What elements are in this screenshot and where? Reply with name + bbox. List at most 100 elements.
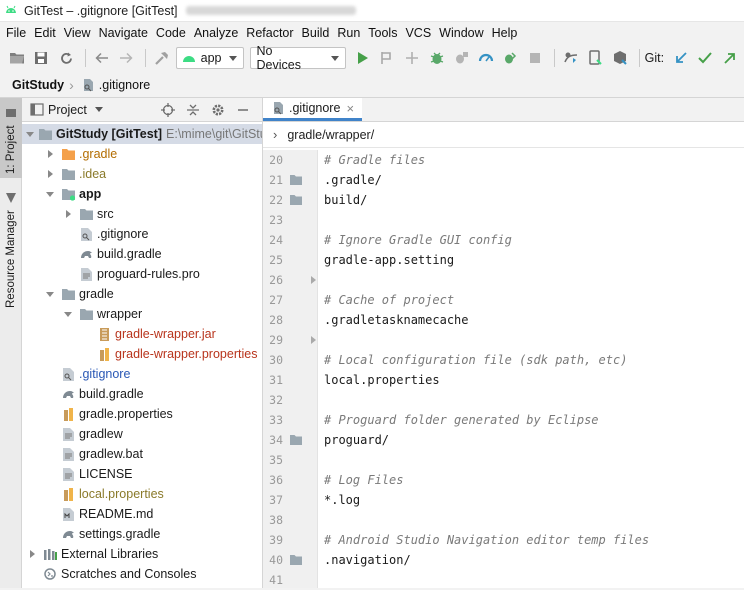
tree-item[interactable]: build.gradle xyxy=(22,244,262,264)
save-icon[interactable] xyxy=(31,47,53,69)
tree-item[interactable]: gradlew xyxy=(22,424,262,444)
locate-target-icon[interactable] xyxy=(158,100,178,120)
tree-item[interactable]: app xyxy=(22,184,262,204)
stop-icon[interactable] xyxy=(524,47,546,69)
menu-view[interactable]: View xyxy=(61,26,96,40)
git-push-icon[interactable] xyxy=(719,47,741,69)
menu-analyze[interactable]: Analyze xyxy=(191,26,243,40)
code-line[interactable]: 32 xyxy=(263,390,744,410)
gutter-folder-icon[interactable] xyxy=(289,174,303,186)
code-line[interactable]: 23 xyxy=(263,210,744,230)
tree-item[interactable]: Scratches and Consoles xyxy=(22,564,262,584)
menu-build[interactable]: Build xyxy=(299,26,335,40)
tree-item[interactable]: LICENSE xyxy=(22,464,262,484)
debug-icon[interactable] xyxy=(426,47,448,69)
code-line[interactable]: 28 .gradletasknamecache xyxy=(263,310,744,330)
code-line[interactable]: 36 # Log Files xyxy=(263,470,744,490)
hide-panel-icon[interactable] xyxy=(233,100,253,120)
project-panel-title[interactable]: Project xyxy=(48,103,87,117)
code-line[interactable]: 30 # Local configuration file (sdk path, … xyxy=(263,350,744,370)
fold-marker-icon[interactable] xyxy=(311,336,316,344)
code-line[interactable]: 41 xyxy=(263,570,744,590)
tree-item[interactable]: gradlew.bat xyxy=(22,444,262,464)
tree-item[interactable]: proguard-rules.pro xyxy=(22,264,262,284)
menu-navigate[interactable]: Navigate xyxy=(96,26,153,40)
menu-code[interactable]: Code xyxy=(153,26,191,40)
git-update-icon[interactable] xyxy=(670,47,692,69)
code-line[interactable]: 40 .navigation/ xyxy=(263,550,744,570)
expanded-arrow-icon[interactable] xyxy=(44,292,56,297)
tree-item[interactable]: .gitignore xyxy=(22,224,262,244)
code-line[interactable]: 34 proguard/ xyxy=(263,430,744,450)
breadcrumb-file[interactable]: .gitignore xyxy=(81,78,150,92)
menu-edit[interactable]: Edit xyxy=(31,26,61,40)
gutter-folder-icon[interactable] xyxy=(289,434,303,446)
editor-breadcrumb-path[interactable]: gradle/wrapper/ xyxy=(287,128,374,142)
menu-run[interactable]: Run xyxy=(334,26,365,40)
expanded-arrow-icon[interactable] xyxy=(62,312,74,317)
code-line[interactable]: 21 .gradle/ xyxy=(263,170,744,190)
tree-item[interactable]: .idea xyxy=(22,164,262,184)
tree-item[interactable]: External Libraries xyxy=(22,544,262,564)
collapsed-arrow-icon[interactable] xyxy=(62,210,74,218)
tree-item[interactable]: GitStudy [GitTest]E:\mime\git\GitStudy xyxy=(22,124,262,144)
code-line[interactable]: 22 build/ xyxy=(263,190,744,210)
tree-item[interactable]: README.md xyxy=(22,504,262,524)
tree-item[interactable]: build.gradle xyxy=(22,384,262,404)
menu-tools[interactable]: Tools xyxy=(365,26,402,40)
code-line[interactable]: 38 xyxy=(263,510,744,530)
code-line[interactable]: 39 # Android Studio Navigation editor tem… xyxy=(263,530,744,550)
apply-changes-icon[interactable] xyxy=(377,47,399,69)
attach-debugger-icon[interactable] xyxy=(450,47,472,69)
code-line[interactable]: 20 # Gradle files xyxy=(263,150,744,170)
git-commit-icon[interactable] xyxy=(695,47,717,69)
menu-help[interactable]: Help xyxy=(489,26,523,40)
tree-item[interactable]: .gitignore xyxy=(22,364,262,384)
tree-item[interactable]: gradle-wrapper.properties xyxy=(22,344,262,364)
coverage-icon[interactable] xyxy=(500,47,522,69)
sync-gradle-icon[interactable] xyxy=(560,47,582,69)
tree-item[interactable]: src xyxy=(22,204,262,224)
collapsed-arrow-icon[interactable] xyxy=(44,170,56,178)
gutter-folder-icon[interactable] xyxy=(289,554,303,566)
fold-marker-icon[interactable] xyxy=(311,276,316,284)
back-arrow-icon[interactable] xyxy=(91,47,113,69)
tree-item[interactable]: settings.gradle xyxy=(22,524,262,544)
expanded-arrow-icon[interactable] xyxy=(44,192,56,197)
menu-refactor[interactable]: Refactor xyxy=(243,26,298,40)
breadcrumb-project[interactable]: GitStudy xyxy=(12,78,64,92)
chevron-down-icon[interactable] xyxy=(94,107,103,112)
tree-item[interactable]: wrapper xyxy=(22,304,262,324)
tree-item[interactable]: gradle xyxy=(22,284,262,304)
sdk-manager-icon[interactable] xyxy=(609,47,631,69)
gear-icon[interactable] xyxy=(208,100,228,120)
resource-manager-tab[interactable]: Resource Manager xyxy=(0,190,22,312)
forward-arrow-icon[interactable] xyxy=(115,47,137,69)
code-line[interactable]: 24 # Ignore Gradle GUI config xyxy=(263,230,744,250)
close-icon[interactable]: × xyxy=(346,101,354,116)
code-line[interactable]: 26 xyxy=(263,270,744,290)
code-line[interactable]: 37 *.log xyxy=(263,490,744,510)
run-icon[interactable] xyxy=(352,47,374,69)
code-area[interactable]: 20 # Gradle files 21 .gradle/22 build/23 24 # … xyxy=(263,150,744,588)
project-tool-tab[interactable]: 1: Project xyxy=(0,98,22,178)
expanded-arrow-icon[interactable] xyxy=(26,132,34,137)
avd-manager-icon[interactable] xyxy=(584,47,606,69)
collapsed-arrow-icon[interactable] xyxy=(26,550,38,558)
code-line[interactable]: 27 # Cache of project xyxy=(263,290,744,310)
collapse-all-icon[interactable] xyxy=(183,100,203,120)
tree-item[interactable]: local.properties xyxy=(22,484,262,504)
gutter-folder-icon[interactable] xyxy=(289,194,303,206)
tree-item[interactable]: gradle-wrapper.jar xyxy=(22,324,262,344)
menu-vcs[interactable]: VCS xyxy=(402,26,436,40)
apply-code-changes-icon[interactable] xyxy=(401,47,423,69)
open-folder-icon[interactable] xyxy=(6,47,28,69)
tree-item[interactable]: gradle.properties xyxy=(22,404,262,424)
tree-item[interactable]: .gradle xyxy=(22,144,262,164)
build-hammer-icon[interactable] xyxy=(151,47,173,69)
profile-icon[interactable] xyxy=(475,47,497,69)
code-line[interactable]: 31 local.properties xyxy=(263,370,744,390)
sync-icon[interactable] xyxy=(55,47,77,69)
code-line[interactable]: 29 xyxy=(263,330,744,350)
code-line[interactable]: 33 # Proguard folder generated by Eclipse xyxy=(263,410,744,430)
